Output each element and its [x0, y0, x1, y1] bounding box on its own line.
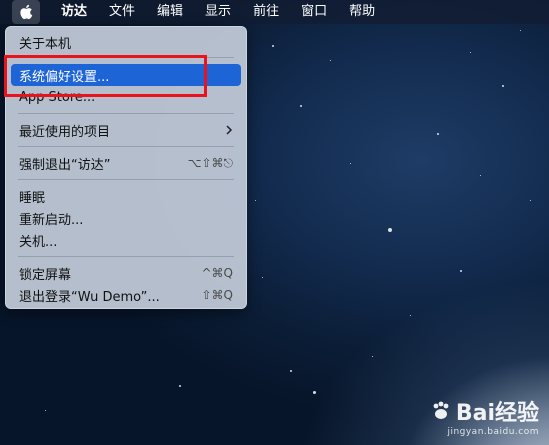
menu-item-recent-items[interactable]: 最近使用的项目 [11, 119, 241, 141]
menu-item-label: 睡眠 [19, 190, 46, 206]
menu-item-lock-screen[interactable]: 锁定屏幕 ^⌘Q [11, 262, 241, 284]
menu-go[interactable]: 前往 [242, 0, 290, 24]
menu-separator [18, 179, 234, 180]
menu-file[interactable]: 文件 [98, 0, 146, 24]
menu-item-label: 锁定屏幕 [19, 267, 72, 283]
watermark: Bai经验 jingyan.baidu.com [430, 395, 539, 437]
menu-item-label: 重新启动... [19, 212, 84, 228]
menu-item-label: 最近使用的项目 [19, 124, 111, 140]
menu-item-label: 退出登录“Wu Demo”... [19, 289, 160, 305]
apple-logo-icon [20, 4, 33, 20]
menu-item-sleep[interactable]: 睡眠 [11, 185, 241, 207]
menu-separator [18, 113, 234, 114]
apple-menu-button[interactable] [12, 0, 40, 24]
menu-item-app-store[interactable]: App Store... [11, 86, 241, 108]
menu-bar: 访达 文件 编辑 显示 前往 窗口 帮助 [0, 0, 549, 24]
watermark-url: jingyan.baidu.com [447, 427, 539, 437]
menu-window[interactable]: 窗口 [290, 0, 338, 24]
menu-item-system-preferences[interactable]: 系统偏好设置... [11, 64, 241, 86]
watermark-brand-text: Bai经验 [455, 401, 539, 426]
menu-item-label: App Store... [19, 89, 96, 105]
paw-icon [433, 401, 449, 419]
menu-finder[interactable]: 访达 [50, 0, 98, 24]
menu-help[interactable]: 帮助 [338, 0, 386, 24]
menu-separator [18, 256, 234, 257]
menu-separator [18, 146, 234, 147]
menu-item-label: 关机... [19, 234, 58, 250]
menu-item-logout[interactable]: 退出登录“Wu Demo”... ⇧⌘Q [11, 284, 241, 306]
shortcut-label: ⇧⌘Q [201, 288, 234, 302]
shortcut-label: ^⌘Q [201, 266, 234, 280]
menu-item-shutdown[interactable]: 关机... [11, 229, 241, 251]
menu-edit[interactable]: 编辑 [146, 0, 194, 24]
menu-item-label: 系统偏好设置... [19, 69, 110, 85]
menu-item-label: 强制退出“访达” [19, 157, 111, 173]
menu-view[interactable]: 显示 [194, 0, 242, 24]
shortcut-label: ⌥⇧⌘⎋ [187, 155, 233, 170]
menu-item-force-quit[interactable]: 强制退出“访达” ⌥⇧⌘⎋ [11, 152, 241, 174]
menu-item-label: 关于本机 [19, 36, 72, 52]
menu-separator [18, 57, 234, 58]
chevron-right-icon [226, 125, 233, 135]
menu-item-restart[interactable]: 重新启动... [11, 207, 241, 229]
menu-item-about[interactable]: 关于本机 [11, 31, 241, 53]
apple-dropdown-menu: 关于本机 系统偏好设置... App Store... 最近使用的项目 强制退出… [5, 26, 247, 309]
watermark-brand: Bai经验 [430, 395, 539, 427]
